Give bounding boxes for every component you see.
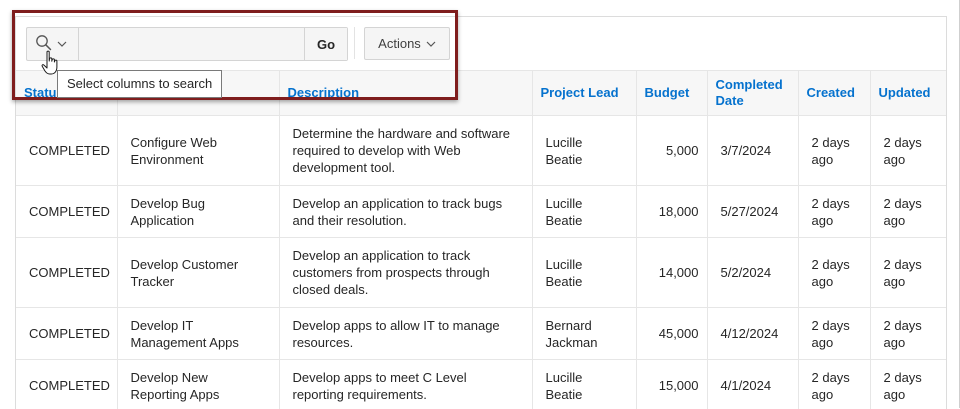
actions-label: Actions: [378, 36, 421, 51]
table-row: COMPLETED Develop IT Management Apps Dev…: [16, 308, 946, 360]
cell-status: COMPLETED: [16, 308, 117, 360]
hand-cursor-icon: [40, 50, 62, 76]
actions-menu-button[interactable]: Actions: [364, 27, 450, 60]
cell-created: 2 days ago: [798, 308, 870, 360]
cell-completed-date: 5/2/2024: [707, 238, 798, 308]
cell-completed-date: 4/12/2024: [707, 308, 798, 360]
cell-created: 2 days ago: [798, 186, 870, 238]
column-header-project-lead[interactable]: Project Lead: [532, 71, 636, 116]
toolbar-separator: [354, 27, 355, 59]
cell-completed-date: 4/1/2024: [707, 360, 798, 409]
go-button[interactable]: Go: [304, 28, 347, 60]
search-columns-tooltip: Select columns to search: [57, 70, 222, 98]
cell-budget: 18,000: [636, 186, 707, 238]
cell-created: 2 days ago: [798, 116, 870, 186]
table-row: COMPLETED Configure Web Environment Dete…: [16, 116, 946, 186]
search-input[interactable]: [79, 28, 304, 60]
chevron-down-icon: [426, 40, 436, 48]
table-row: COMPLETED Develop Bug Application Develo…: [16, 186, 946, 238]
cell-updated: 2 days ago: [870, 116, 946, 186]
cell-project-lead: Lucille Beatie: [532, 116, 636, 186]
report-toolbar: Go Actions: [16, 17, 946, 70]
report-table: Status Task Name Description Project Lea…: [16, 70, 946, 409]
cell-project-lead: Lucille Beatie: [532, 360, 636, 409]
table-row: COMPLETED Develop Customer Tracker Devel…: [16, 238, 946, 308]
cell-task-name: Develop New Reporting Apps: [117, 360, 279, 409]
chevron-down-icon: [57, 40, 67, 48]
table-row: COMPLETED Develop New Reporting Apps Dev…: [16, 360, 946, 409]
cell-budget: 45,000: [636, 308, 707, 360]
column-header-created[interactable]: Created: [798, 71, 870, 116]
column-header-updated[interactable]: Updated: [870, 71, 946, 116]
cell-status: COMPLETED: [16, 238, 117, 308]
cell-updated: 2 days ago: [870, 238, 946, 308]
cell-budget: 14,000: [636, 238, 707, 308]
cell-project-lead: Lucille Beatie: [532, 238, 636, 308]
search-bar: Go: [26, 27, 348, 61]
cell-completed-date: 3/7/2024: [707, 116, 798, 186]
cell-project-lead: Bernard Jackman: [532, 308, 636, 360]
cell-task-name: Develop Bug Application: [117, 186, 279, 238]
cell-created: 2 days ago: [798, 360, 870, 409]
cell-description: Develop an application to track customer…: [279, 238, 532, 308]
cell-task-name: Develop IT Management Apps: [117, 308, 279, 360]
cell-status: COMPLETED: [16, 360, 117, 409]
cell-budget: 15,000: [636, 360, 707, 409]
cell-completed-date: 5/27/2024: [707, 186, 798, 238]
column-header-description[interactable]: Description: [279, 71, 532, 116]
column-header-budget[interactable]: Budget: [636, 71, 707, 116]
cell-task-name: Configure Web Environment: [117, 116, 279, 186]
cell-project-lead: Lucille Beatie: [532, 186, 636, 238]
cell-status: COMPLETED: [16, 116, 117, 186]
cell-description: Develop apps to meet C Level reporting r…: [279, 360, 532, 409]
cell-description: Develop apps to allow IT to manage resou…: [279, 308, 532, 360]
cell-updated: 2 days ago: [870, 308, 946, 360]
column-header-completed-date[interactable]: Completed Date: [707, 71, 798, 116]
cell-description: Determine the hardware and software requ…: [279, 116, 532, 186]
cell-budget: 5,000: [636, 116, 707, 186]
cell-updated: 2 days ago: [870, 186, 946, 238]
cell-updated: 2 days ago: [870, 360, 946, 409]
cell-description: Develop an application to track bugs and…: [279, 186, 532, 238]
cell-status: COMPLETED: [16, 186, 117, 238]
cell-task-name: Develop Customer Tracker: [117, 238, 279, 308]
cell-created: 2 days ago: [798, 238, 870, 308]
